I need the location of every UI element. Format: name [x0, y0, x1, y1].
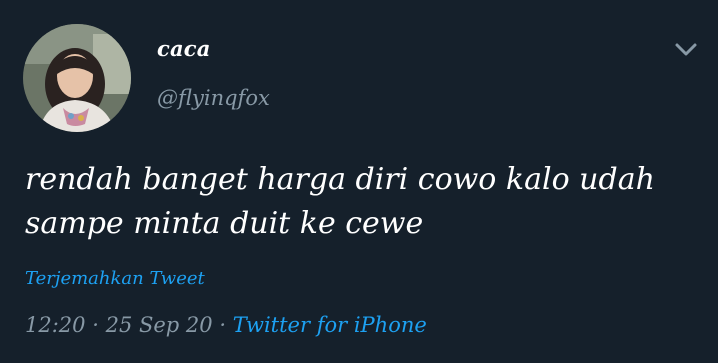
tweet-text-line: sampe minta duit ke cewe — [25, 206, 424, 241]
tweet-text: rendah banget harga diri cowo kalo udah … — [25, 158, 695, 246]
tweet-time[interactable]: 12:20 — [25, 313, 86, 337]
chevron-down-icon[interactable] — [673, 38, 699, 60]
tweet-source-link[interactable]: Twitter for iPhone — [233, 313, 427, 337]
tweet-meta: 12:20 · 25 Sep 20 · Twitter for iPhone — [25, 313, 427, 337]
user-handle[interactable]: @flyinqfox — [157, 86, 270, 110]
display-name[interactable]: caca — [157, 36, 211, 61]
translate-tweet-link[interactable]: Terjemahkan Tweet — [25, 268, 205, 289]
avatar-photo — [23, 24, 131, 132]
meta-separator: · — [92, 313, 99, 337]
tweet-date[interactable]: 25 Sep 20 — [106, 313, 213, 337]
meta-separator: · — [219, 313, 227, 337]
avatar[interactable] — [23, 24, 131, 132]
tweet-text-line: rendah banget harga diri cowo kalo udah — [25, 162, 655, 197]
